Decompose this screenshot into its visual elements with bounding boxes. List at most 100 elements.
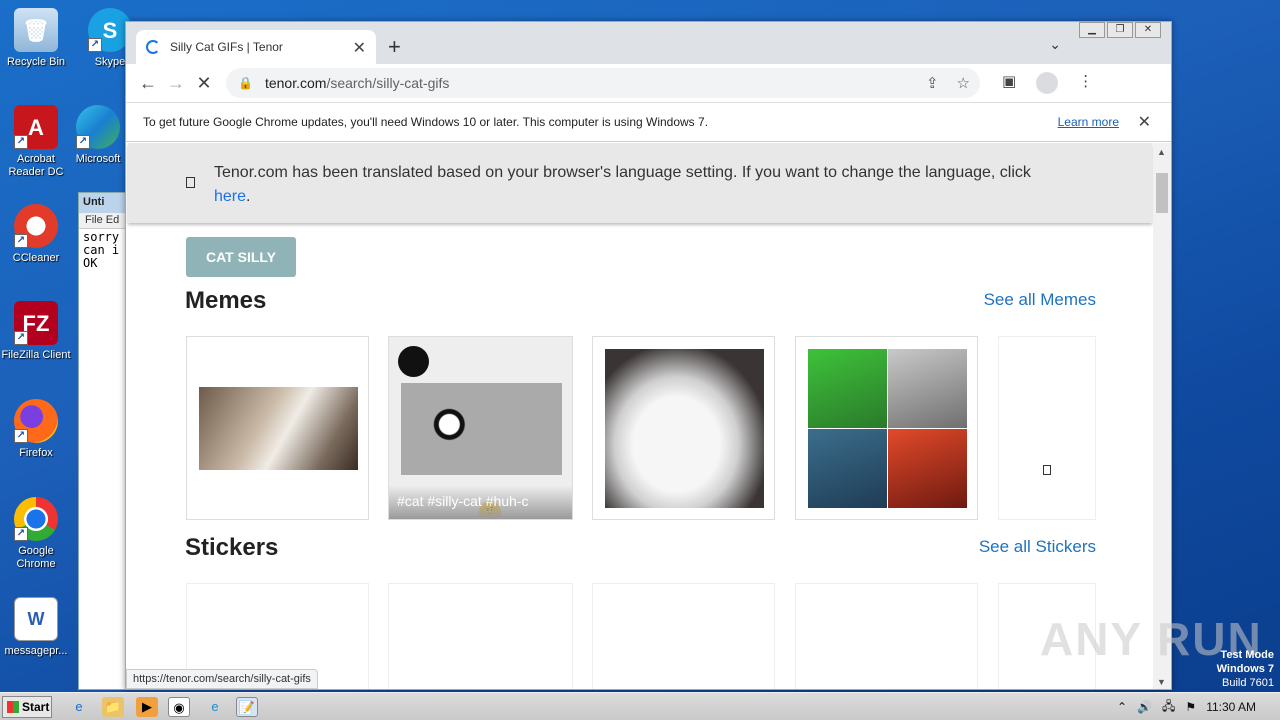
address-bar-actions: ⇪ ☆ [926,74,970,92]
infobar-text: To get future Google Chrome updates, you… [143,115,709,129]
desktop-icon-label: Google Chrome [16,545,56,570]
bookmark-star-icon[interactable]: ☆ [957,74,970,92]
desktop-icon-label: Recycle Bin [6,56,66,68]
chrome-icon: ↗ [14,497,58,541]
desktop-icon-filezilla[interactable]: FZ ↗ FileZilla Client [1,301,71,362]
tab-close-icon[interactable]: ✕ [353,38,366,58]
test-mode-text: Test Mode [1220,649,1274,661]
meme-gif-image[interactable] [808,429,887,508]
explorer-taskbar-icon[interactable]: 📁 [102,697,124,717]
scrollbar-thumb[interactable] [1156,173,1168,213]
media-player-taskbar-icon[interactable]: ▶ [136,697,158,717]
meme-gif-image[interactable] [808,349,887,428]
shortcut-arrow-icon: ↗ [14,135,28,149]
close-window-button[interactable]: ✕ [1135,22,1161,38]
volume-icon[interactable]: 🔊 [1137,700,1152,714]
clock[interactable]: 11:30 AM [1206,700,1256,714]
windows-flag-icon [7,701,19,713]
sticker-card[interactable] [592,583,775,689]
translate-checkbox-icon[interactable] [186,177,195,188]
desktop-icon-label: Acrobat Reader DC [8,153,64,178]
placeholder-image-icon [1043,465,1051,475]
menu-kebab-icon[interactable]: ⋮ [1078,72,1093,94]
notepad-taskbar-icon[interactable]: 📝 [236,697,258,717]
desktop-icon-edge[interactable]: ↗ Microsoft [63,105,133,166]
meme-card[interactable] [186,336,369,520]
desktop-icon-recycle-bin[interactable]: 🗑 Recycle Bin [1,8,71,69]
shortcut-arrow-icon: ↗ [14,234,28,248]
desktop-icon-acrobat[interactable]: A ↗ Acrobat Reader DC [1,105,71,179]
stop-button[interactable]: ✕ [190,73,218,94]
browser-toolbar: ← → ✕ 🔒 tenor.com/search/silly-cat-gifs … [126,64,1171,102]
update-infobar: To get future Google Chrome updates, you… [126,102,1171,142]
edge-taskbar-icon[interactable]: e [204,697,226,717]
scroll-up-icon[interactable]: ▲ [1157,147,1166,157]
meme-gif-image[interactable]: 🤨 [401,383,562,519]
forward-button[interactable]: → [162,73,190,94]
shortcut-arrow-icon: ↗ [88,38,102,52]
meme-card[interactable]: 🤨 #cat #silly-cat #huh-c [388,336,573,520]
recycle-bin-icon: 🗑 [14,8,58,52]
desktop-icon-firefox[interactable]: ↗ Firefox [1,399,71,460]
profile-avatar-icon[interactable] [1036,72,1059,94]
tab-title: Silly Cat GIFs | Tenor [170,40,283,54]
meme-card-loading[interactable] [998,336,1096,520]
meme-gif-image[interactable] [199,387,358,470]
ccleaner-icon: ↗ [14,204,58,248]
infobar-close-icon[interactable]: ✕ [1138,112,1151,132]
toolbar-actions: ▣ ⋮ [1002,72,1093,94]
word-document-icon: W [14,597,58,641]
desktop-icon-label: Firefox [19,447,53,459]
build-text: Build 7601 [1222,677,1274,689]
sticker-card[interactable] [388,583,573,689]
tab-active[interactable]: Silly Cat GIFs | Tenor ✕ [136,30,376,64]
ie-taskbar-icon[interactable]: e [68,697,90,717]
tray-overflow-icon[interactable]: ⌃ [1117,700,1127,714]
meme-card[interactable] [592,336,775,520]
page-scrollbar[interactable]: ▲ ▼ [1153,143,1171,689]
memes-heading: Memes [185,287,267,314]
meme-card[interactable] [795,336,978,520]
maximize-button[interactable]: ❐ [1107,22,1133,38]
address-bar[interactable]: 🔒 tenor.com/search/silly-cat-gifs ⇪ ☆ [226,68,980,98]
chrome-window: Silly Cat GIFs | Tenor ✕ + ⌄ ▁ ❐ ✕ ← → ✕… [125,21,1172,690]
share-icon[interactable]: ⇪ [926,74,939,92]
minimize-button[interactable]: ▁ [1079,22,1105,38]
learn-more-link[interactable]: Learn more [1058,115,1119,129]
shortcut-arrow-icon: ↗ [14,429,28,443]
translate-tail: . [246,188,251,205]
shortcut-arrow-icon: ↗ [76,135,90,149]
desktop-icon-label: FileZilla Client [1,349,71,361]
desktop-icon-ccleaner[interactable]: ↗ CCleaner [1,204,71,265]
see-all-memes-link[interactable]: See all Memes [984,290,1096,310]
os-version-text: Windows 7 [1216,663,1274,675]
new-tab-button[interactable]: + [388,34,401,60]
side-panel-icon[interactable]: ▣ [1002,72,1016,94]
edge-icon: ↗ [76,105,120,149]
desktop-icon-chrome[interactable]: ↗ Google Chrome [1,497,71,571]
translate-here-link[interactable]: here [214,188,246,205]
translate-text: Tenor.com has been translated based on y… [214,164,1031,181]
filezilla-icon: FZ ↗ [14,301,58,345]
translate-banner: Tenor.com has been translated based on y… [128,143,1152,223]
sticker-card[interactable] [795,583,978,689]
chrome-taskbar-icon[interactable]: ◉ [168,697,190,717]
loading-spinner-icon [146,40,160,54]
network-icon[interactable]: 🖧 [1162,697,1175,718]
meme-gif-image[interactable] [888,429,967,508]
shortcut-arrow-icon: ↗ [14,331,28,345]
stickers-heading: Stickers [185,534,279,561]
see-all-stickers-link[interactable]: See all Stickers [979,537,1096,557]
tab-search-chevron-icon[interactable]: ⌄ [1049,36,1061,53]
lock-icon[interactable]: 🔒 [238,76,253,90]
meme-tags[interactable]: #cat #silly-cat #huh-c [389,485,572,519]
desktop-icon-word-doc[interactable]: W messagepr... [1,597,71,658]
meme-gif-image[interactable] [605,349,764,508]
search-tag-pill[interactable]: CAT SILLY [186,237,296,277]
action-center-flag-icon[interactable]: ⚑ [1185,700,1196,714]
start-button[interactable]: Start [2,696,52,718]
scroll-down-icon[interactable]: ▼ [1157,677,1166,687]
status-bubble: https://tenor.com/search/silly-cat-gifs [126,669,318,689]
back-button[interactable]: ← [134,73,162,94]
meme-gif-image[interactable] [888,349,967,428]
